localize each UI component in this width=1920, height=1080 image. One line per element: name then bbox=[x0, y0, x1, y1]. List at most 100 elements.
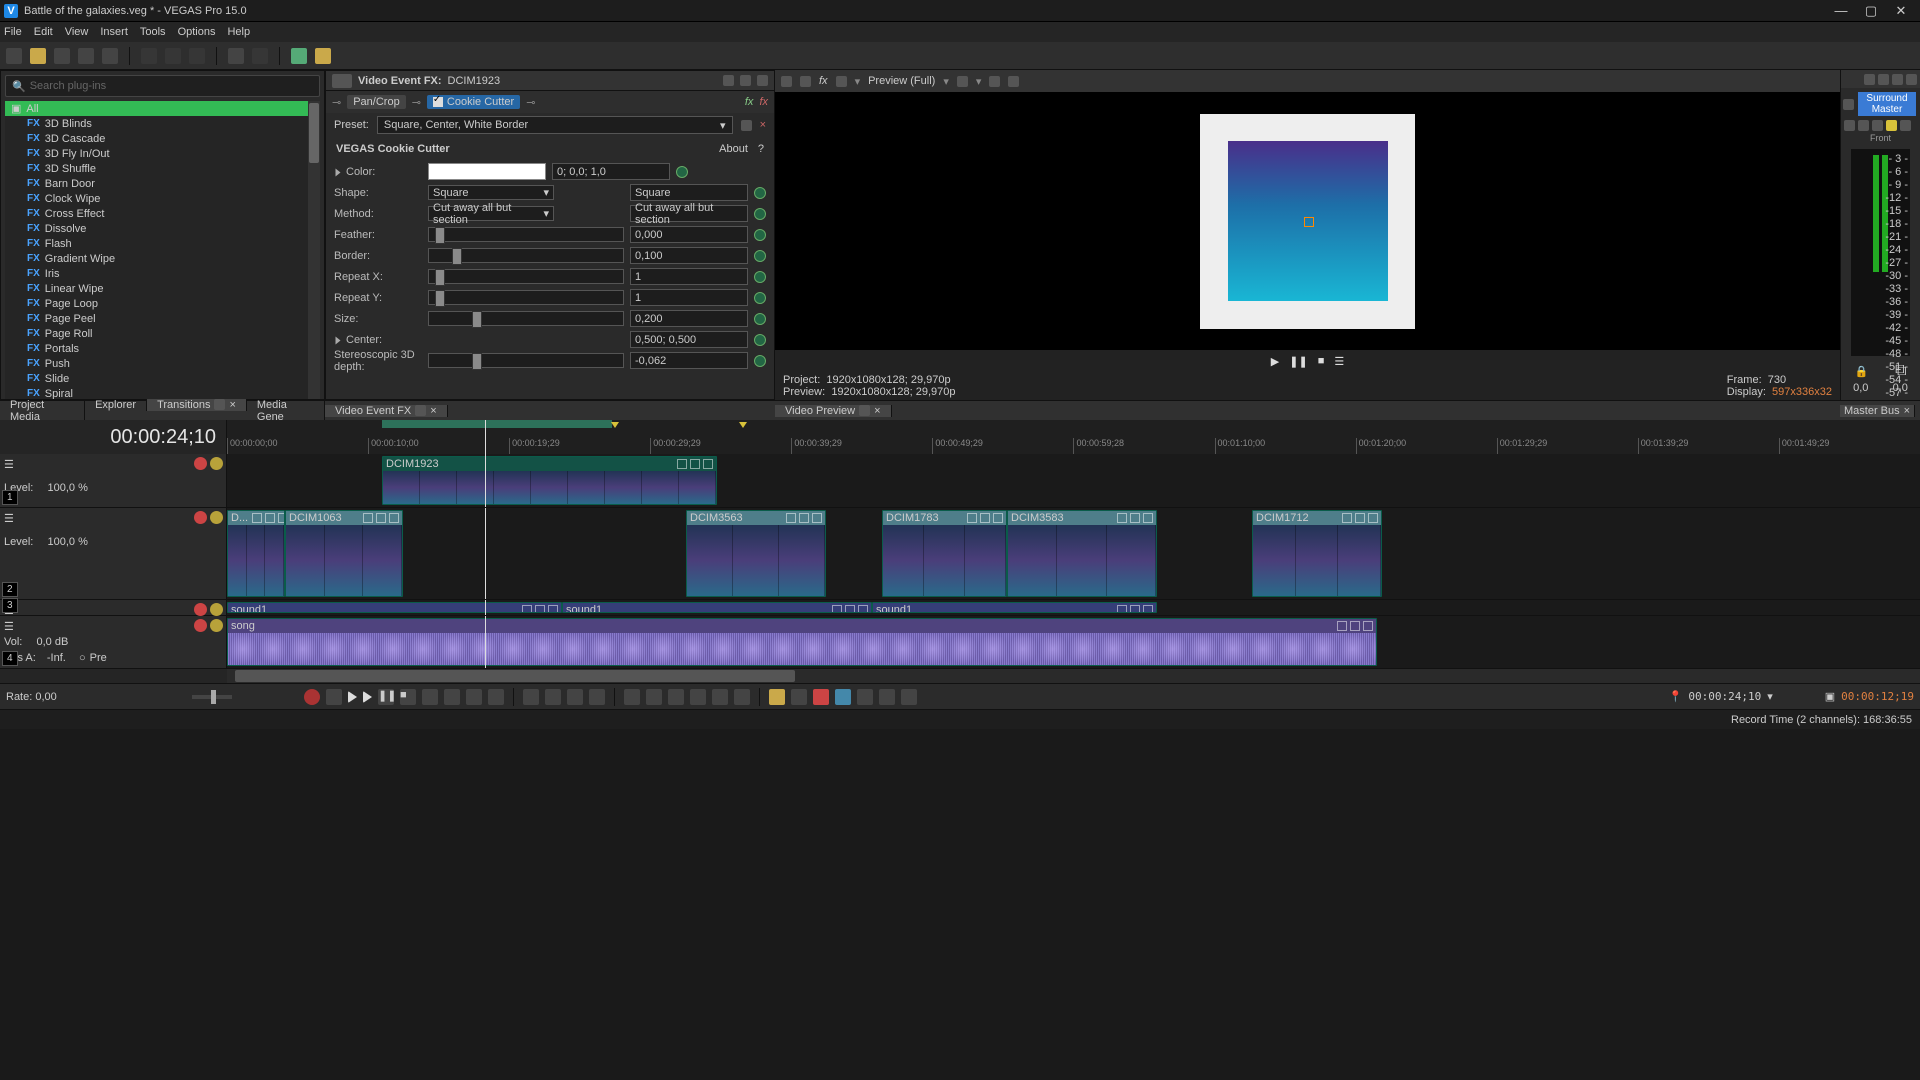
render-icon[interactable] bbox=[78, 48, 94, 64]
close-tab-icon[interactable]: × bbox=[1904, 405, 1910, 417]
param-slider[interactable] bbox=[428, 269, 624, 284]
keyframe-icon[interactable] bbox=[754, 208, 766, 220]
track-header[interactable]: ☰3 bbox=[0, 600, 227, 615]
clip[interactable]: DCIM1783 bbox=[882, 510, 1007, 597]
copy-icon[interactable] bbox=[165, 48, 181, 64]
scroll-thumb[interactable] bbox=[235, 670, 795, 682]
master-a-icon[interactable] bbox=[1858, 120, 1869, 131]
mute-icon[interactable] bbox=[194, 511, 207, 524]
layout1-icon[interactable] bbox=[723, 75, 734, 86]
track-surface[interactable]: DCIM1923 bbox=[227, 454, 1920, 507]
tab-project-media[interactable]: Project Media bbox=[0, 399, 85, 423]
keyframe-icon[interactable] bbox=[754, 250, 766, 262]
plugin-item[interactable]: FX3D Cascade bbox=[5, 131, 320, 146]
plugin-item[interactable]: FXFlash bbox=[5, 236, 320, 251]
param-slider[interactable] bbox=[428, 290, 624, 305]
clip-fx-icon[interactable] bbox=[1130, 605, 1140, 613]
marker[interactable] bbox=[739, 422, 747, 428]
clip[interactable]: DCIM3563 bbox=[686, 510, 826, 597]
param-slider[interactable] bbox=[428, 353, 624, 368]
clip[interactable]: sound1 bbox=[227, 602, 562, 613]
auto-icon[interactable] bbox=[712, 689, 728, 705]
prev-frame-icon[interactable] bbox=[466, 689, 482, 705]
scrollbar[interactable] bbox=[308, 101, 320, 399]
tool-select-icon[interactable] bbox=[545, 689, 561, 705]
preview-viewport[interactable] bbox=[775, 92, 1840, 350]
fx-remove-icon[interactable]: fx bbox=[759, 96, 768, 108]
clip-menu-icon[interactable] bbox=[993, 513, 1003, 523]
play-icon[interactable]: ▶ bbox=[1271, 355, 1279, 368]
menu-help[interactable]: Help bbox=[227, 26, 250, 38]
lock-icon[interactable]: 🔒 bbox=[1854, 365, 1868, 378]
snap-icon[interactable] bbox=[624, 689, 640, 705]
expand-icon[interactable] bbox=[336, 336, 341, 344]
plugin-item[interactable]: FX3D Shuffle bbox=[5, 161, 320, 176]
preview-split-icon[interactable] bbox=[836, 76, 847, 87]
clip-fx-icon[interactable] bbox=[845, 605, 855, 613]
tree-root[interactable]: ▣All bbox=[5, 101, 320, 116]
master-b-icon[interactable] bbox=[1872, 120, 1883, 131]
undock-icon[interactable] bbox=[415, 405, 426, 416]
menu-icon[interactable]: ☰ bbox=[1334, 355, 1344, 368]
param-slider[interactable] bbox=[428, 311, 624, 326]
rate-slider[interactable] bbox=[192, 695, 232, 699]
clip-fx-icon[interactable] bbox=[799, 513, 809, 523]
clip[interactable]: DCIM1712 bbox=[1252, 510, 1382, 597]
menu-icon[interactable]: ☰ bbox=[4, 458, 14, 471]
track-header[interactable]: ☰Level: 100,0 %1 bbox=[0, 454, 227, 507]
expand-icon[interactable] bbox=[336, 168, 341, 176]
close-tab-icon[interactable]: × bbox=[229, 399, 235, 411]
clip[interactable]: sound1 bbox=[562, 602, 872, 613]
close-tab-icon[interactable]: × bbox=[874, 405, 880, 417]
param-slider[interactable] bbox=[428, 227, 624, 242]
menu-insert[interactable]: Insert bbox=[100, 26, 128, 38]
param-value[interactable]: Square bbox=[630, 184, 748, 201]
solo-icon[interactable] bbox=[210, 457, 223, 470]
solo-icon[interactable] bbox=[210, 619, 223, 632]
save-icon[interactable] bbox=[54, 48, 70, 64]
close-button[interactable]: ✕ bbox=[1886, 3, 1916, 19]
clip-crop-icon[interactable] bbox=[832, 605, 842, 613]
go-start-icon[interactable] bbox=[422, 689, 438, 705]
tool-normal-icon[interactable] bbox=[523, 689, 539, 705]
color-swatch[interactable] bbox=[428, 163, 546, 180]
plugin-item[interactable]: FXGradient Wipe bbox=[5, 251, 320, 266]
clip-menu-icon[interactable] bbox=[548, 605, 558, 613]
undo-icon[interactable] bbox=[228, 48, 244, 64]
clip-menu-icon[interactable] bbox=[1143, 605, 1153, 613]
keyframe-icon[interactable] bbox=[754, 292, 766, 304]
paste-icon[interactable] bbox=[189, 48, 205, 64]
param-combo[interactable]: Square▾ bbox=[428, 185, 554, 200]
preview-settings-icon[interactable] bbox=[781, 76, 792, 87]
save-preset-icon[interactable] bbox=[741, 120, 752, 131]
solo-icon[interactable] bbox=[210, 603, 223, 616]
menu-options[interactable]: Options bbox=[178, 26, 216, 38]
level-value[interactable]: 100,0 % bbox=[47, 536, 87, 548]
clip-menu-icon[interactable] bbox=[812, 513, 822, 523]
play-start-icon[interactable] bbox=[348, 691, 357, 703]
marker[interactable] bbox=[611, 422, 619, 428]
param-value[interactable]: 0,100 bbox=[630, 247, 748, 264]
tab-transitions[interactable]: Transitions× bbox=[147, 399, 247, 411]
clip-crop-icon[interactable] bbox=[363, 513, 373, 523]
preview-grid-icon[interactable] bbox=[957, 76, 968, 87]
next-frame-icon[interactable] bbox=[488, 689, 504, 705]
clip-fx-icon[interactable] bbox=[1350, 621, 1360, 631]
undock-icon[interactable] bbox=[214, 399, 225, 410]
plugin-item[interactable]: FXIris bbox=[5, 266, 320, 281]
undock-icon[interactable] bbox=[859, 405, 870, 416]
menu-file[interactable]: File bbox=[4, 26, 22, 38]
flag2-icon[interactable] bbox=[791, 689, 807, 705]
menu-icon[interactable]: ☰ bbox=[4, 512, 14, 525]
menu-tools[interactable]: Tools bbox=[140, 26, 166, 38]
param-combo[interactable]: Cut away all but section▾ bbox=[428, 206, 554, 221]
stop-icon[interactable]: ■ bbox=[1318, 355, 1325, 367]
param-value[interactable]: Cut away all but section bbox=[630, 205, 748, 222]
clip-fx-icon[interactable] bbox=[376, 513, 386, 523]
play-icon[interactable] bbox=[363, 691, 372, 703]
keyframe-icon[interactable] bbox=[676, 166, 688, 178]
plugin-item[interactable]: FXSlide bbox=[5, 371, 320, 386]
track-surface[interactable]: song bbox=[227, 616, 1920, 668]
plugin-item[interactable]: FXPush bbox=[5, 356, 320, 371]
param-value[interactable]: 0,000 bbox=[630, 226, 748, 243]
